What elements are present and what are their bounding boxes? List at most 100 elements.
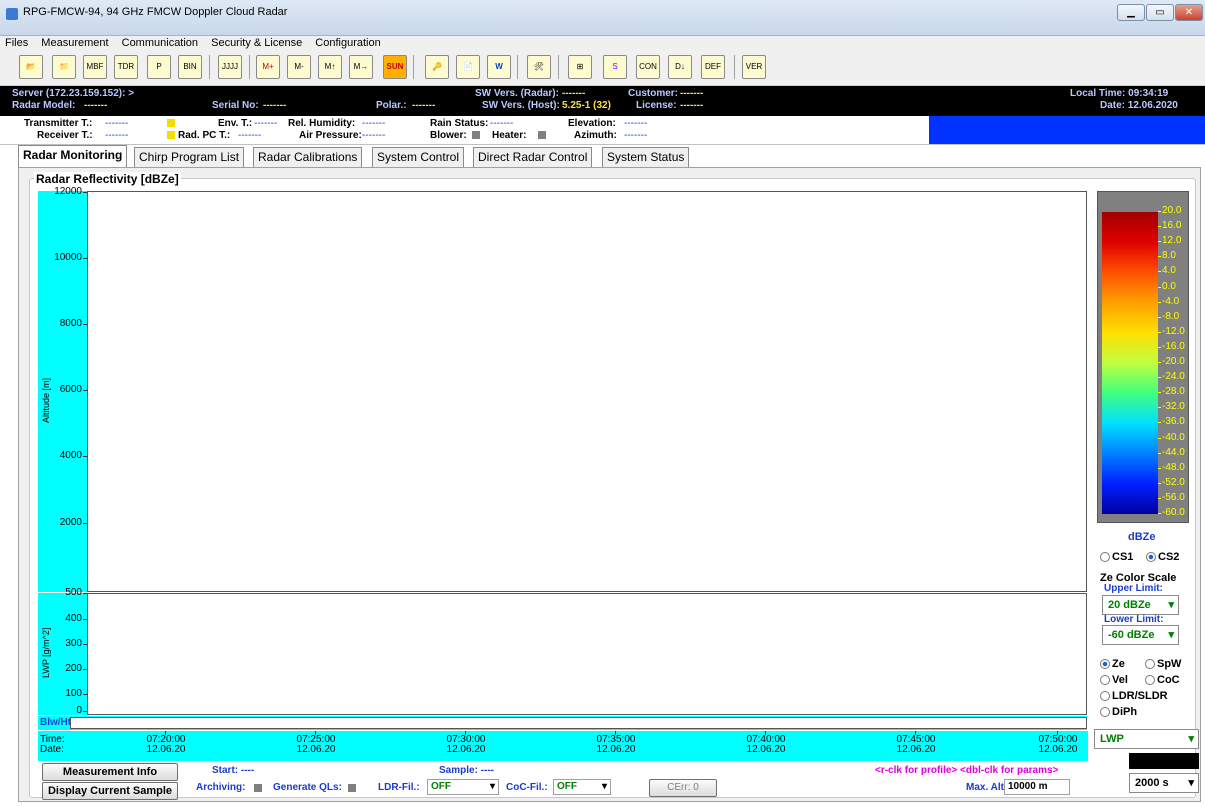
tab-direct-radar-control[interactable]: Direct Radar Control [473,147,593,167]
p-icon[interactable]: P [147,55,171,79]
tab-radar-calibrations[interactable]: Radar Calibrations [253,147,363,167]
date-caption: Date: [40,744,64,755]
indicator-light [167,119,175,127]
heater-indicator [538,131,546,139]
chirp-icon[interactable]: JJJJ [218,55,242,79]
measure-next-icon[interactable]: M→ [349,55,373,79]
status-color-panel [929,116,1205,144]
display-current-sample-button[interactable]: Display Current Sample [42,782,178,800]
server-address: Server (172.23.159.152): > [12,88,135,99]
measure-start-icon[interactable]: M+ [256,55,280,79]
tdr-icon[interactable]: TDR [114,55,138,79]
toolbar: 📂 📁 MBF TDR P BIN netCDF JJJJ M+ M- M↑ M… [0,50,1205,86]
ldr-radio[interactable]: LDR/SLDR [1100,690,1168,702]
color-scale-label: -4.0 [1157,295,1180,307]
altitude-tick: 10000 [38,252,87,263]
color-scale-label: 20.0 [1157,205,1182,216]
lwp-select[interactable]: LWP [1094,729,1199,749]
grid-icon[interactable]: ⊞ [568,55,592,79]
time-axis-caption: Time: Date: [40,735,65,755]
s-icon[interactable]: S [603,55,627,79]
minimize-button[interactable]: ▁ [1117,4,1145,21]
lwp-plot[interactable] [87,593,1087,715]
altitude-tick: 2000 [38,517,87,528]
time-tick-date: 12.06.20 [746,744,786,755]
color-scale-label: -60.0 [1158,507,1185,518]
color-scale-label: -12.0 [1158,325,1185,337]
env-temp-label: Env. T.: [218,118,253,129]
measure-up-icon[interactable]: M↑ [318,55,342,79]
radpc-temp-value: ------- [238,130,262,141]
interval-select[interactable]: 2000 s [1129,773,1199,793]
document-icon[interactable]: 📄 [456,55,480,79]
tab-system-control[interactable]: System Control [372,147,465,167]
tab-radar-monitoring[interactable]: Radar Monitoring [18,145,128,167]
lower-limit-select[interactable]: -60 dBZe [1102,625,1179,645]
ver-icon[interactable]: VER [742,55,766,79]
menu-security-license[interactable]: Security & License [206,36,307,50]
sun-icon[interactable]: SUN [383,55,407,79]
w-icon[interactable]: W [487,55,511,79]
menu-measurement[interactable]: Measurement [36,36,113,50]
spw-radio[interactable]: SpW [1145,658,1181,670]
title-bar: RPG-FMCW-94, 94 GHz FMCW Doppler Cloud R… [0,0,1205,36]
color-scale-label: 16.0 [1157,220,1182,232]
menu-files[interactable]: Files [0,36,33,50]
menu-communication[interactable]: Communication [117,36,203,50]
time-tick: 07:40:00 12.06.20 [736,731,796,755]
bin-netcdf-icon[interactable]: BIN netCDF [178,55,202,79]
coc-radio[interactable]: CoC [1145,674,1180,686]
time-tick-date: 12.06.20 [596,744,636,755]
altitude-tick: 8000 [38,318,87,329]
humidity-value: ------- [362,118,386,129]
measure-stop-icon[interactable]: M- [287,55,311,79]
sw-radar-label: SW Vers. (Radar): [475,88,559,99]
color-scale-label: -56.0 [1158,491,1185,503]
radio-circle [1100,552,1110,563]
cerr-button[interactable]: CErr: 0 [649,779,717,797]
max-alt-input[interactable]: 10000 m [1004,779,1070,795]
azimuth-label: Azimuth: [574,130,617,141]
upper-limit-select[interactable]: 20 dBZe [1102,595,1179,615]
ldr-fil-select[interactable]: OFF [427,779,499,795]
radpc-temp-label: Rad. PC T.: [178,130,231,141]
def-icon[interactable]: DEF [701,55,725,79]
key-icon[interactable]: 🔑 [425,55,449,79]
measurement-info-button[interactable]: Measurement Info [42,763,178,781]
tab-system-status[interactable]: System Status [602,147,690,167]
hint-text: <r-clk for profile> <dbl-clk for params> [875,765,1059,776]
generate-qls-indicator [348,784,356,792]
color-scale-label: -44.0 [1158,446,1185,458]
time-tick: 07:45:00 12.06.20 [886,731,946,755]
elevation-label: Elevation: [568,118,616,129]
color-scale-label: 12.0 [1157,235,1182,247]
maximize-button[interactable]: ▭ [1146,4,1174,21]
group-title: Radar Reflectivity [dBZe] [34,172,181,186]
open-folder-icon[interactable]: 📂 [19,55,43,79]
ze-radio[interactable]: Ze [1100,658,1125,670]
polar-value: ------- [412,100,436,111]
blower-label: Blower: [430,130,467,141]
sw-radar-value: ------- [562,88,586,99]
color-unit: dBZe [1128,531,1156,543]
diph-radio[interactable]: DiPh [1100,706,1137,718]
close-button[interactable]: ✕ [1175,4,1203,21]
cs1-label: CS1 [1112,551,1134,563]
vel-radio[interactable]: Vel [1100,674,1128,686]
menu-configuration[interactable]: Configuration [310,36,385,50]
open-data-icon[interactable]: 📁 [52,55,76,79]
coc-fil-select[interactable]: OFF [553,779,611,795]
cs2-label: CS2 [1158,551,1180,563]
serial-value: ------- [263,100,287,111]
heater-label: Heater: [492,130,527,141]
ldr-fil-label: LDR-Fil.: [378,782,420,793]
blower-indicator [472,131,480,139]
reflectivity-plot[interactable] [87,191,1087,592]
tool-icon[interactable]: 🛠 [527,55,551,79]
cs1-radio[interactable]: CS1 [1100,551,1133,563]
tab-chirp-program-list[interactable]: Chirp Program List [134,147,245,167]
mbf-icon[interactable]: MBF [83,55,107,79]
download-icon[interactable]: D↓ [668,55,692,79]
con-def-icon[interactable]: CON DEF [636,55,660,79]
cs2-radio[interactable]: CS2 [1146,551,1179,563]
